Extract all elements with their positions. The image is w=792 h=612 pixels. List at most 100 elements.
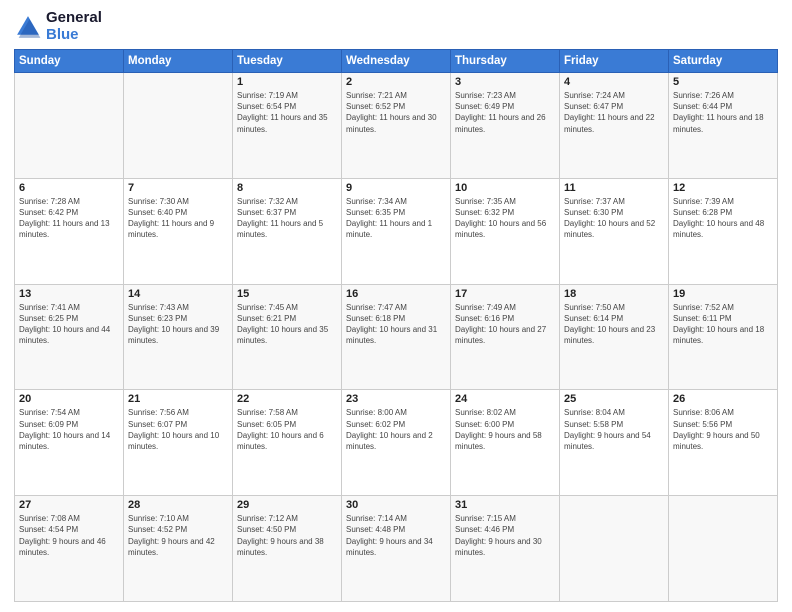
day-number: 20: [19, 393, 119, 405]
day-info: Sunrise: 7:43 AM Sunset: 6:23 PM Dayligh…: [128, 302, 228, 347]
day-info: Sunrise: 8:02 AM Sunset: 6:00 PM Dayligh…: [455, 407, 555, 452]
logo-icon: [14, 13, 42, 41]
day-number: 21: [128, 393, 228, 405]
day-number: 26: [673, 393, 773, 405]
day-info: Sunrise: 7:34 AM Sunset: 6:35 PM Dayligh…: [346, 196, 446, 241]
day-info: Sunrise: 7:23 AM Sunset: 6:49 PM Dayligh…: [455, 90, 555, 135]
calendar-cell: 12 Sunrise: 7:39 AM Sunset: 6:28 PM Dayli…: [669, 178, 778, 284]
day-number: 27: [19, 499, 119, 511]
week-row-5: 27Sunrise: 7:08 AM Sunset: 4:54 PM Dayli…: [15, 496, 778, 602]
day-number: 8: [237, 182, 337, 194]
calendar-table: SundayMondayTuesdayWednesdayThursdayFrid…: [14, 49, 778, 602]
calendar-cell: 29Sunrise: 7:12 AM Sunset: 4:50 PM Dayli…: [233, 496, 342, 602]
calendar-cell: 20 Sunrise: 7:54 AM Sunset: 6:09 PM Dayli…: [15, 390, 124, 496]
header: General Blue: [14, 10, 778, 43]
day-number: 6: [19, 182, 119, 194]
day-info: Sunrise: 7:35 AM Sunset: 6:32 PM Dayligh…: [455, 196, 555, 241]
day-number: 2: [346, 76, 446, 88]
day-number: 5: [673, 76, 773, 88]
calendar-cell: 24 Sunrise: 8:02 AM Sunset: 6:00 PM Dayli…: [451, 390, 560, 496]
day-info: Sunrise: 7:58 AM Sunset: 6:05 PM Dayligh…: [237, 407, 337, 452]
calendar-cell: 4 Sunrise: 7:24 AM Sunset: 6:47 PM Daylig…: [560, 73, 669, 179]
calendar-cell: 28 Sunrise: 7:10 AM Sunset: 4:52 PM Dayli…: [124, 496, 233, 602]
day-info: Sunrise: 7:15 AM Sunset: 4:46 PM Dayligh…: [455, 513, 555, 558]
day-info: Sunrise: 8:06 AM Sunset: 5:56 PM Dayligh…: [673, 407, 773, 452]
day-info: Sunrise: 7:28 AM Sunset: 6:42 PM Dayligh…: [19, 196, 119, 241]
weekday-header-saturday: Saturday: [669, 50, 778, 73]
day-number: 9: [346, 182, 446, 194]
day-number: 1: [237, 76, 337, 88]
week-row-3: 13 Sunrise: 7:41 AM Sunset: 6:25 PM Dayli…: [15, 284, 778, 390]
day-number: 7: [128, 182, 228, 194]
day-number: 4: [564, 76, 664, 88]
week-row-4: 20 Sunrise: 7:54 AM Sunset: 6:09 PM Dayli…: [15, 390, 778, 496]
day-number: 31: [455, 499, 555, 511]
page: General Blue SundayMondayTuesdayWednesda…: [0, 0, 792, 612]
day-info: Sunrise: 7:47 AM Sunset: 6:18 PM Dayligh…: [346, 302, 446, 347]
weekday-header-monday: Monday: [124, 50, 233, 73]
day-number: 3: [455, 76, 555, 88]
calendar-cell: 8 Sunrise: 7:32 AM Sunset: 6:37 PM Daylig…: [233, 178, 342, 284]
weekday-header-thursday: Thursday: [451, 50, 560, 73]
calendar-cell: 9 Sunrise: 7:34 AM Sunset: 6:35 PM Daylig…: [342, 178, 451, 284]
day-number: 29: [237, 499, 337, 511]
day-number: 14: [128, 288, 228, 300]
calendar-cell: 10 Sunrise: 7:35 AM Sunset: 6:32 PM Dayli…: [451, 178, 560, 284]
calendar-cell: 1 Sunrise: 7:19 AM Sunset: 6:54 PM Daylig…: [233, 73, 342, 179]
day-number: 23: [346, 393, 446, 405]
calendar-cell: 23 Sunrise: 8:00 AM Sunset: 6:02 PM Dayli…: [342, 390, 451, 496]
day-number: 16: [346, 288, 446, 300]
day-number: 28: [128, 499, 228, 511]
day-info: Sunrise: 7:10 AM Sunset: 4:52 PM Dayligh…: [128, 513, 228, 558]
day-number: 30: [346, 499, 446, 511]
day-info: Sunrise: 8:04 AM Sunset: 5:58 PM Dayligh…: [564, 407, 664, 452]
calendar-cell: 18 Sunrise: 7:50 AM Sunset: 6:14 PM Dayli…: [560, 284, 669, 390]
calendar-cell: 30 Sunrise: 7:14 AM Sunset: 4:48 PM Dayli…: [342, 496, 451, 602]
day-info: Sunrise: 7:19 AM Sunset: 6:54 PM Dayligh…: [237, 90, 337, 135]
logo-text: General Blue: [46, 10, 102, 43]
calendar-cell: 14 Sunrise: 7:43 AM Sunset: 6:23 PM Dayli…: [124, 284, 233, 390]
day-number: 18: [564, 288, 664, 300]
day-number: 12: [673, 182, 773, 194]
calendar-cell: 17 Sunrise: 7:49 AM Sunset: 6:16 PM Dayli…: [451, 284, 560, 390]
day-info: Sunrise: 7:30 AM Sunset: 6:40 PM Dayligh…: [128, 196, 228, 241]
logo: General Blue: [14, 10, 102, 43]
calendar-cell: [15, 73, 124, 179]
day-number: 15: [237, 288, 337, 300]
calendar-cell: 26 Sunrise: 8:06 AM Sunset: 5:56 PM Dayli…: [669, 390, 778, 496]
day-info: Sunrise: 7:54 AM Sunset: 6:09 PM Dayligh…: [19, 407, 119, 452]
day-info: Sunrise: 7:45 AM Sunset: 6:21 PM Dayligh…: [237, 302, 337, 347]
day-info: Sunrise: 7:41 AM Sunset: 6:25 PM Dayligh…: [19, 302, 119, 347]
day-number: 25: [564, 393, 664, 405]
day-info: Sunrise: 7:37 AM Sunset: 6:30 PM Dayligh…: [564, 196, 664, 241]
weekday-header-friday: Friday: [560, 50, 669, 73]
calendar-cell: 7 Sunrise: 7:30 AM Sunset: 6:40 PM Daylig…: [124, 178, 233, 284]
day-number: 10: [455, 182, 555, 194]
day-number: 17: [455, 288, 555, 300]
weekday-header-tuesday: Tuesday: [233, 50, 342, 73]
day-number: 24: [455, 393, 555, 405]
day-number: 22: [237, 393, 337, 405]
day-info: Sunrise: 7:24 AM Sunset: 6:47 PM Dayligh…: [564, 90, 664, 135]
day-info: Sunrise: 7:32 AM Sunset: 6:37 PM Dayligh…: [237, 196, 337, 241]
calendar-cell: 3 Sunrise: 7:23 AM Sunset: 6:49 PM Daylig…: [451, 73, 560, 179]
calendar-cell: 2 Sunrise: 7:21 AM Sunset: 6:52 PM Daylig…: [342, 73, 451, 179]
calendar-cell: [124, 73, 233, 179]
calendar-cell: 19Sunrise: 7:52 AM Sunset: 6:11 PM Dayli…: [669, 284, 778, 390]
calendar-cell: 6 Sunrise: 7:28 AM Sunset: 6:42 PM Daylig…: [15, 178, 124, 284]
day-info: Sunrise: 7:50 AM Sunset: 6:14 PM Dayligh…: [564, 302, 664, 347]
calendar-cell: 16 Sunrise: 7:47 AM Sunset: 6:18 PM Dayli…: [342, 284, 451, 390]
week-row-1: 1 Sunrise: 7:19 AM Sunset: 6:54 PM Daylig…: [15, 73, 778, 179]
calendar-cell: 5Sunrise: 7:26 AM Sunset: 6:44 PM Daylig…: [669, 73, 778, 179]
calendar-cell: 11Sunrise: 7:37 AM Sunset: 6:30 PM Dayli…: [560, 178, 669, 284]
day-info: Sunrise: 7:21 AM Sunset: 6:52 PM Dayligh…: [346, 90, 446, 135]
day-number: 13: [19, 288, 119, 300]
day-info: Sunrise: 7:49 AM Sunset: 6:16 PM Dayligh…: [455, 302, 555, 347]
calendar-cell: 21Sunrise: 7:56 AM Sunset: 6:07 PM Dayli…: [124, 390, 233, 496]
day-info: Sunrise: 7:39 AM Sunset: 6:28 PM Dayligh…: [673, 196, 773, 241]
day-info: Sunrise: 8:00 AM Sunset: 6:02 PM Dayligh…: [346, 407, 446, 452]
day-info: Sunrise: 7:14 AM Sunset: 4:48 PM Dayligh…: [346, 513, 446, 558]
calendar-cell: 31 Sunrise: 7:15 AM Sunset: 4:46 PM Dayli…: [451, 496, 560, 602]
day-info: Sunrise: 7:52 AM Sunset: 6:11 PM Dayligh…: [673, 302, 773, 347]
calendar-cell: [560, 496, 669, 602]
